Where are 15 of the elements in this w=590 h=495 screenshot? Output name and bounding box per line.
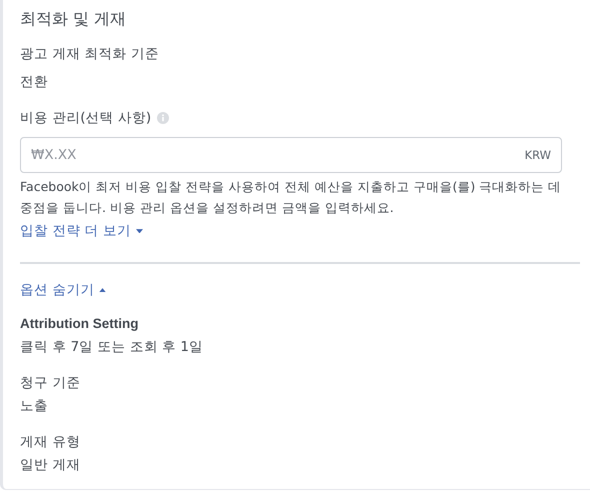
- hide-options-link[interactable]: 옵션 숨기기: [20, 281, 106, 299]
- setting-value: 일반 게재: [20, 456, 80, 474]
- field-label: 비용 관리(선택 사항): [20, 109, 152, 127]
- field-label: 광고 게재 최적화 기준: [20, 45, 159, 63]
- help-text: Facebook이 최저 비용 입찰 전략을 사용하여 전체 예산을 지출하고 구매을(를) 극대화하는 데 중점을 둡니다. 비용 관리 옵션을 설정하려면 금액을 입력하세요.: [20, 178, 562, 217]
- setting-label: 게재 유형: [20, 433, 80, 451]
- section-title: 최적화 및 게재: [20, 9, 126, 29]
- info-icon[interactable]: [157, 112, 170, 124]
- setting-value: 노출: [20, 397, 49, 415]
- field-value: 전환: [20, 73, 48, 91]
- currency-label: KRW: [524, 147, 551, 163]
- setting-value: 클릭 후 7일 또는 조회 후 1일: [20, 338, 203, 356]
- setting-label: 청구 기준: [20, 374, 80, 392]
- bid-strategy-link[interactable]: 입찰 전략 더 보기: [20, 222, 143, 240]
- setting-label: Attribution Setting: [20, 315, 140, 333]
